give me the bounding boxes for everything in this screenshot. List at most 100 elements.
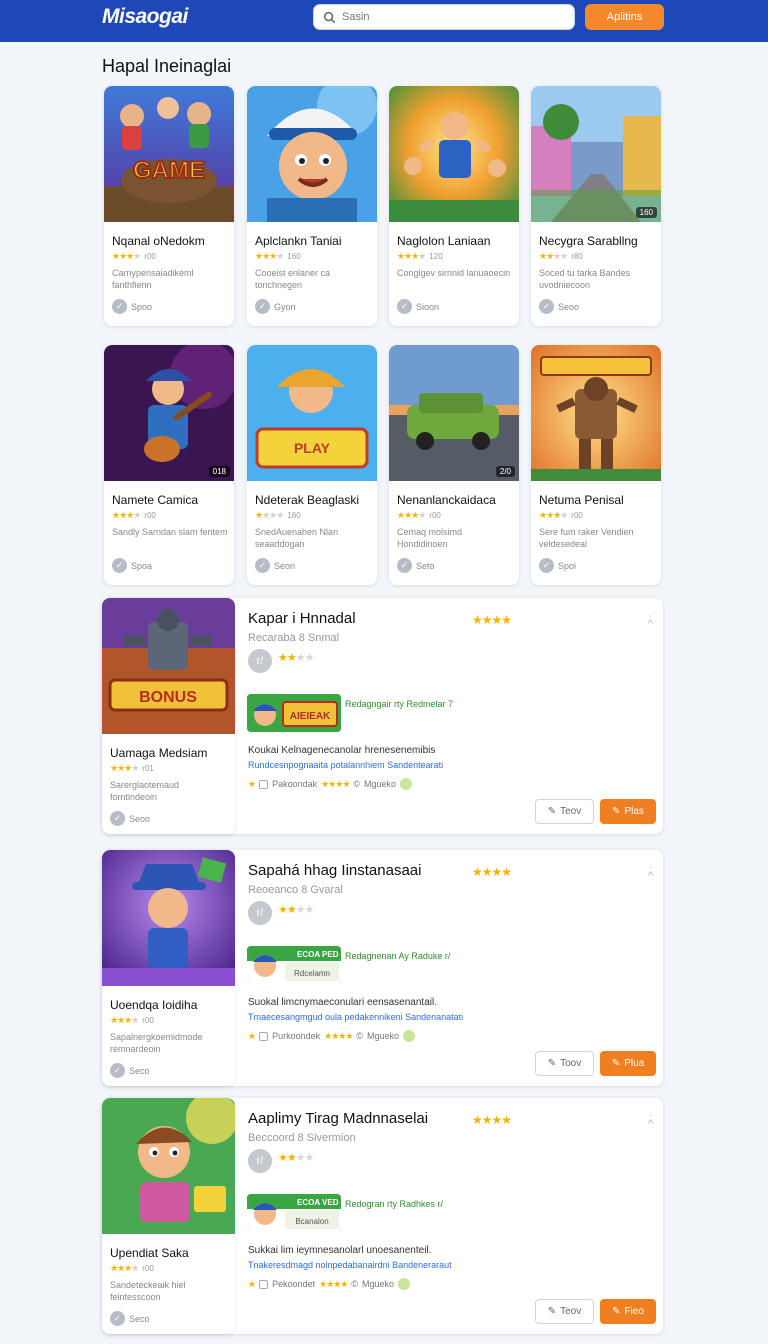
card-footer[interactable]: ✓ Seon (255, 558, 295, 573)
app-description: Sere fum raker Vendien veldesedeal (539, 527, 634, 549)
app-thumbnail[interactable]: PLAY (247, 345, 377, 481)
card-footer[interactable]: ✓ Sioon (397, 299, 439, 314)
app-card[interactable]: Uoendqa Ioidiha ★★★★ r00 Sapalnergkoemid… (102, 850, 235, 1086)
primary-button[interactable]: ✎ Plas (600, 799, 656, 824)
app-thumbnail[interactable] (247, 86, 377, 222)
avatar[interactable]: r/ (248, 901, 272, 925)
card-footer[interactable]: ✓ Seco (110, 1063, 150, 1078)
app-title[interactable]: Uamaga Medsiam (110, 746, 207, 760)
app-card[interactable]: Upendiat Saka ★★★★ r00 Sandeteckeaik hie… (102, 1098, 235, 1334)
ad-label[interactable]: Redagngair rty Redmelar 7 (345, 699, 453, 709)
search-box[interactable] (313, 4, 575, 30)
card-footer[interactable]: ✓ Spoi (539, 558, 576, 573)
secondary-button[interactable]: ✎ Teov (535, 1299, 594, 1324)
app-thumbnail[interactable] (531, 345, 661, 481)
app-title[interactable]: Necygra Sarabllng (539, 234, 638, 248)
app-card[interactable]: 2/0 Nenanlanckaidaca ★★★★ r00 Cemaq mols… (389, 345, 519, 585)
app-title[interactable]: Naglolon Laniaan (397, 234, 490, 248)
user-star-rating[interactable]: ★★★★ (278, 1151, 314, 1164)
svg-text:ECOA PED: ECOA PED (297, 950, 339, 959)
card-footer[interactable]: ✓ Seoo (539, 299, 579, 314)
panel-link[interactable]: Rundcesnpognaaita potalannhiem Sandentea… (248, 760, 443, 770)
panel-description: Koukai Kelnagenecanolar hrenesenemibis (248, 745, 436, 756)
pin-icon: ✎ (547, 806, 557, 817)
primary-button[interactable]: ✎ Fieo (600, 1299, 656, 1324)
ad-banner[interactable]: ECOA PED Rdcelamn (247, 946, 341, 984)
app-thumbnail[interactable]: 018 (104, 345, 234, 481)
ad-banner-text: AIEIEAK (290, 711, 331, 722)
ad-banner-text: Rdcelamn (294, 969, 330, 978)
primary-button-label: Fieo (624, 1306, 644, 1317)
app-title[interactable]: Aplclankn Taniai (255, 234, 342, 248)
app-card[interactable]: Aplclankn Taniai ★★★★ 160 Cooeist enlane… (247, 86, 377, 326)
footer-label: Spoa (131, 560, 153, 571)
ad-banner[interactable]: AIEIEAK (247, 694, 341, 732)
avatar[interactable]: r/ (248, 1149, 272, 1173)
collapse-chevron-icon[interactable]: · ^ (648, 611, 653, 630)
rating-row: ★★★★ r00 (539, 510, 583, 521)
star-rating: ★★★★ (324, 1030, 353, 1041)
app-card[interactable]: PLAY Ndeterak Beaglaski ★★★★ 160 SnedAue… (247, 345, 377, 585)
avatar[interactable]: r/ (248, 649, 272, 673)
app-card[interactable]: 160 Necygra Sarabllng ★★★★ r80 Soced tu … (531, 86, 661, 326)
app-title[interactable]: Netuma Penisal (539, 493, 624, 507)
app-card[interactable]: Netuma Penisal ★★★★ r00 Sere fum raker V… (531, 345, 661, 585)
app-card[interactable]: 018 Namete Camica ★★★★ r00 Sandly Sarnda… (104, 345, 234, 585)
app-title[interactable]: Nenanlanckaidaca (397, 493, 496, 507)
card-footer[interactable]: ✓ Gyon (255, 299, 296, 314)
ad-banner[interactable]: ECOA VED Bcanalon (247, 1194, 341, 1232)
app-card[interactable]: Naglolon Laniaan ★★★★ 120 Conglgev sirnn… (389, 86, 519, 326)
check-icon: ✓ (539, 299, 554, 314)
panel-link[interactable]: Tmaecesangmgud oula pedakennikeni Sanden… (248, 1012, 463, 1022)
panel-title[interactable]: Sapahá hhag Iinstanasaai (248, 862, 421, 879)
app-title[interactable]: Namete Camica (112, 493, 198, 507)
collapse-chevron-icon[interactable]: · ^ (648, 1111, 653, 1130)
collapse-chevron-icon[interactable]: · ^ (648, 863, 653, 882)
card-footer[interactable]: ✓ Seto (397, 558, 435, 573)
app-title[interactable]: Uoendqa Ioidiha (110, 998, 197, 1012)
app-thumbnail[interactable] (102, 1098, 235, 1234)
app-title[interactable]: Ndeterak Beaglaski (255, 493, 359, 507)
app-thumbnail[interactable]: 160 (531, 86, 661, 222)
star-rating: ★★★★ (397, 510, 426, 520)
app-thumbnail[interactable]: BONUS (102, 598, 235, 734)
panel-title[interactable]: Kapar i Hnnadal (248, 610, 356, 627)
rating-row: ★★★★ r80 (539, 251, 583, 262)
panel-meta-row: ★ Pakoondak ★★★★ © Mgueko (248, 778, 413, 790)
panel-title[interactable]: Aaplimy Tirag Madnnaselai (248, 1110, 428, 1127)
secondary-button[interactable]: ✎ Teov (535, 799, 594, 824)
panel-link[interactable]: Tnakeresdmagd nolnpedabanairdni Bandener… (248, 1260, 452, 1270)
header-action-button[interactable]: Aplitins (585, 4, 664, 30)
checkbox-icon[interactable] (259, 779, 269, 789)
ad-label[interactable]: Redagnenan Ay Raduke r/ (345, 951, 450, 961)
app-logo[interactable]: Misaogai (102, 5, 188, 29)
checkbox-icon[interactable] (259, 1031, 269, 1041)
user-star-rating[interactable]: ★★★★ (278, 903, 314, 916)
ad-label[interactable]: Redogran rty Radhkes r/ (345, 1199, 443, 1209)
app-card[interactable]: GAME Nqanal oNedokm ★★★★ r00 Carnypensai… (104, 86, 234, 326)
app-card[interactable]: BONUS Uamaga Medsiam ★★★★ r01 Sarerglaot… (102, 598, 235, 834)
app-title[interactable]: Nqanal oNedokm (112, 234, 205, 248)
card-footer[interactable]: ✓ Spoo (112, 299, 152, 314)
footer-label: Seco (129, 1065, 150, 1076)
star-rating: ★★★★ (112, 251, 141, 261)
checkbox-icon[interactable] (259, 1279, 269, 1289)
app-thumbnail[interactable]: GAME (104, 86, 234, 222)
search-input[interactable] (342, 11, 562, 23)
meta-label: Mgueko (367, 1031, 400, 1041)
rating-row: ★★★★ r00 (110, 1015, 154, 1026)
app-title[interactable]: Upendiat Saka (110, 1246, 189, 1260)
app-thumbnail[interactable]: 2/0 (389, 345, 519, 481)
panel-subtitle: Reoeanco 8 Gvaral (248, 884, 343, 896)
user-star-rating[interactable]: ★★★★ (278, 651, 314, 664)
status-dot-icon (400, 778, 413, 790)
app-thumbnail[interactable] (389, 86, 519, 222)
card-footer[interactable]: ✓ Seoo (110, 811, 150, 826)
card-footer[interactable]: ✓ Spoa (112, 558, 152, 573)
check-icon: ✓ (112, 299, 127, 314)
rating-count: r00 (144, 511, 156, 520)
app-thumbnail[interactable] (102, 850, 235, 986)
card-footer[interactable]: ✓ Seco (110, 1311, 150, 1326)
secondary-button[interactable]: ✎ Toov (535, 1051, 594, 1076)
primary-button[interactable]: ✎ Plua (600, 1051, 656, 1076)
